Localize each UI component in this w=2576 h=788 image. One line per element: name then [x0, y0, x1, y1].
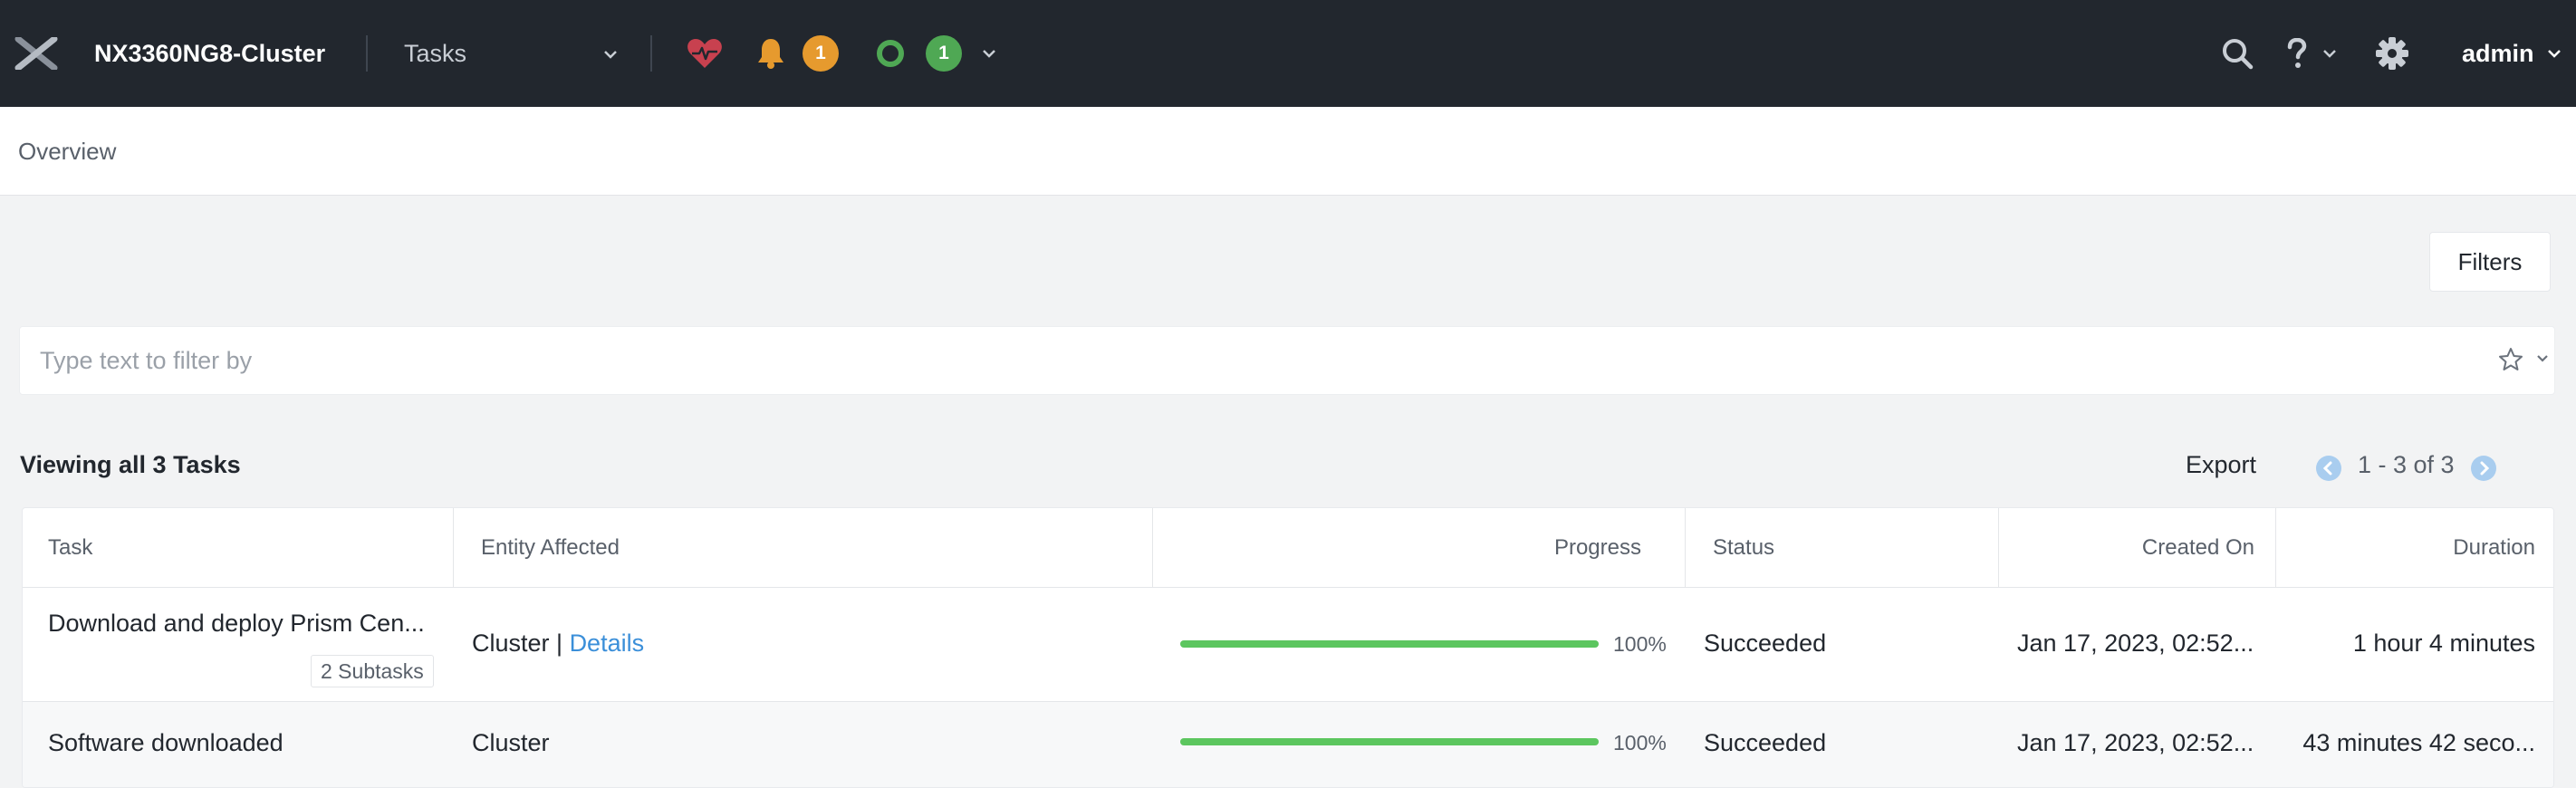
subtasks-badge[interactable]: 2 Subtasks — [311, 655, 434, 687]
help-icon — [2287, 38, 2307, 68]
cluster-name[interactable]: NX3360NG8-Cluster — [94, 0, 325, 107]
created-on: Jan 17, 2023, 02:52... — [2017, 629, 2254, 657]
tasks-count-badge: 1 — [926, 35, 962, 72]
export-link[interactable]: Export — [2186, 451, 2256, 479]
table-header: Task Entity Affected Progress Status Cre… — [23, 508, 2553, 588]
chevron-down-icon — [2547, 50, 2561, 58]
alerts-indicator[interactable]: 1 — [755, 0, 839, 107]
entity-name: Cluster — [472, 629, 550, 657]
details-link[interactable]: Details — [570, 629, 645, 657]
star-icon[interactable] — [2498, 347, 2523, 372]
column-divider[interactable] — [1152, 508, 1153, 588]
column-divider[interactable] — [453, 508, 454, 588]
progress-bar — [1180, 640, 1599, 648]
column-header-entity-affected[interactable]: Entity Affected — [481, 508, 620, 588]
column-header-created-on[interactable]: Created On — [2142, 508, 2254, 588]
progress-fill — [1180, 738, 1599, 745]
divider — [366, 35, 368, 72]
nutanix-logo-icon[interactable] — [14, 0, 63, 107]
progress-fill — [1180, 640, 1599, 648]
column-header-status[interactable]: Status — [1713, 508, 1774, 588]
chevron-down-icon[interactable] — [2536, 354, 2549, 362]
gear-icon[interactable] — [2375, 0, 2409, 107]
pagination-text: 1 - 3 of 3 — [2358, 451, 2455, 478]
task-name[interactable]: Download and deploy Prism Cen... — [48, 610, 425, 638]
task-name[interactable]: Software downloaded — [48, 729, 284, 757]
entity-nav-label: Tasks — [404, 39, 467, 67]
progress-bar — [1180, 738, 1599, 745]
next-page-icon[interactable] — [2470, 455, 2497, 482]
entity-affected: Cluster — [472, 729, 550, 756]
entity-affected: Cluster | Details — [472, 629, 644, 658]
help-menu[interactable] — [2286, 0, 2337, 107]
tasks-table: Task Entity Affected Progress Status Cre… — [22, 507, 2554, 788]
chevron-down-icon — [983, 50, 995, 58]
health-heart-icon[interactable] — [687, 0, 723, 107]
column-divider[interactable] — [1685, 508, 1686, 588]
status-text: Succeeded — [1704, 629, 1827, 657]
page-tab-bar: Overview — [0, 107, 2576, 196]
table-row[interactable]: Download and deploy Prism Cen... 2 Subta… — [23, 588, 2553, 702]
column-divider[interactable] — [2275, 508, 2276, 588]
viewing-count: Viewing all 3 Tasks — [20, 451, 241, 478]
filter-search-box — [19, 326, 2555, 395]
alerts-count-badge: 1 — [803, 35, 839, 72]
top-navigation-bar: NX3360NG8-Cluster Tasks 1 1 admin — [0, 0, 2576, 107]
entity-separator: | — [549, 629, 570, 657]
table-row[interactable]: Software downloaded Cluster 100% Succeed… — [23, 702, 2553, 787]
tasks-indicator[interactable]: 1 — [875, 0, 996, 107]
username: admin — [2462, 39, 2534, 67]
bell-icon — [758, 39, 783, 69]
chevron-down-icon — [604, 51, 617, 59]
search-icon[interactable] — [2221, 0, 2254, 107]
tab-overview[interactable]: Overview — [18, 107, 116, 196]
previous-page-icon[interactable] — [2315, 455, 2342, 482]
progress-percent: 100% — [1613, 731, 1667, 754]
chevron-down-icon — [2323, 50, 2336, 58]
column-header-task[interactable]: Task — [48, 508, 92, 588]
column-divider[interactable] — [1998, 508, 1999, 588]
user-menu[interactable]: admin — [2462, 0, 2562, 107]
duration: 1 hour 4 minutes — [2352, 629, 2535, 657]
entity-nav-dropdown[interactable]: Tasks — [404, 0, 618, 107]
filters-button[interactable]: Filters — [2429, 232, 2551, 292]
column-header-duration[interactable]: Duration — [2453, 508, 2535, 588]
created-on: Jan 17, 2023, 02:52... — [2017, 729, 2254, 756]
filter-search-input[interactable] — [20, 327, 2465, 394]
duration: 43 minutes 42 seco... — [2302, 729, 2535, 756]
column-header-progress[interactable]: Progress — [1554, 508, 1641, 588]
tasks-ring-icon — [877, 40, 904, 67]
status-text: Succeeded — [1704, 729, 1827, 756]
progress-percent: 100% — [1613, 632, 1667, 656]
divider — [650, 35, 652, 72]
